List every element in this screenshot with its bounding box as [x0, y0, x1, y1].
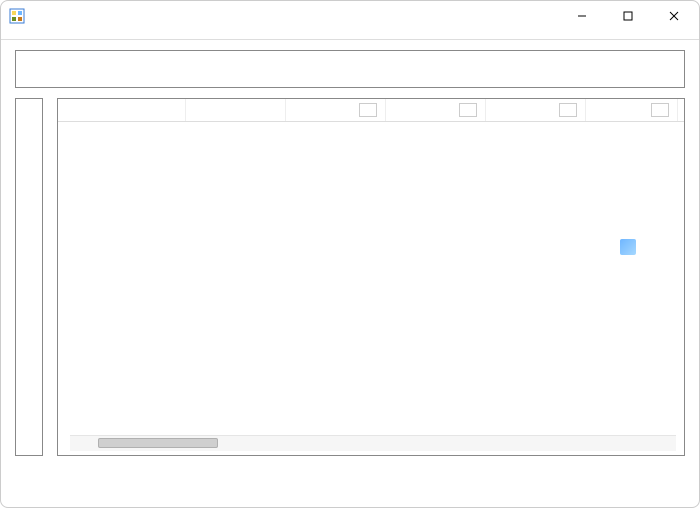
standby-swatch-icon	[459, 103, 477, 117]
close-button[interactable]	[651, 1, 697, 31]
side-stackbar	[15, 98, 43, 456]
maximize-button[interactable]	[605, 1, 651, 31]
active-swatch-icon	[359, 103, 377, 117]
top-stackbar	[15, 50, 685, 88]
col-usage-header[interactable]	[58, 99, 186, 121]
col-modified-header[interactable]	[486, 99, 586, 121]
usage-table	[57, 98, 685, 456]
titlebar	[1, 1, 699, 31]
menubar	[1, 31, 699, 39]
modified2-swatch-icon	[651, 103, 669, 117]
modified-swatch-icon	[559, 103, 577, 117]
col-modified2-header[interactable]	[586, 99, 678, 121]
col-total-header[interactable]	[186, 99, 286, 121]
col-active-header[interactable]	[286, 99, 386, 121]
app-icon	[9, 8, 25, 24]
minimize-button[interactable]	[559, 1, 605, 31]
horizontal-scrollbar[interactable]	[70, 435, 676, 451]
col-standby-header[interactable]	[386, 99, 486, 121]
scrollbar-thumb[interactable]	[98, 438, 218, 448]
